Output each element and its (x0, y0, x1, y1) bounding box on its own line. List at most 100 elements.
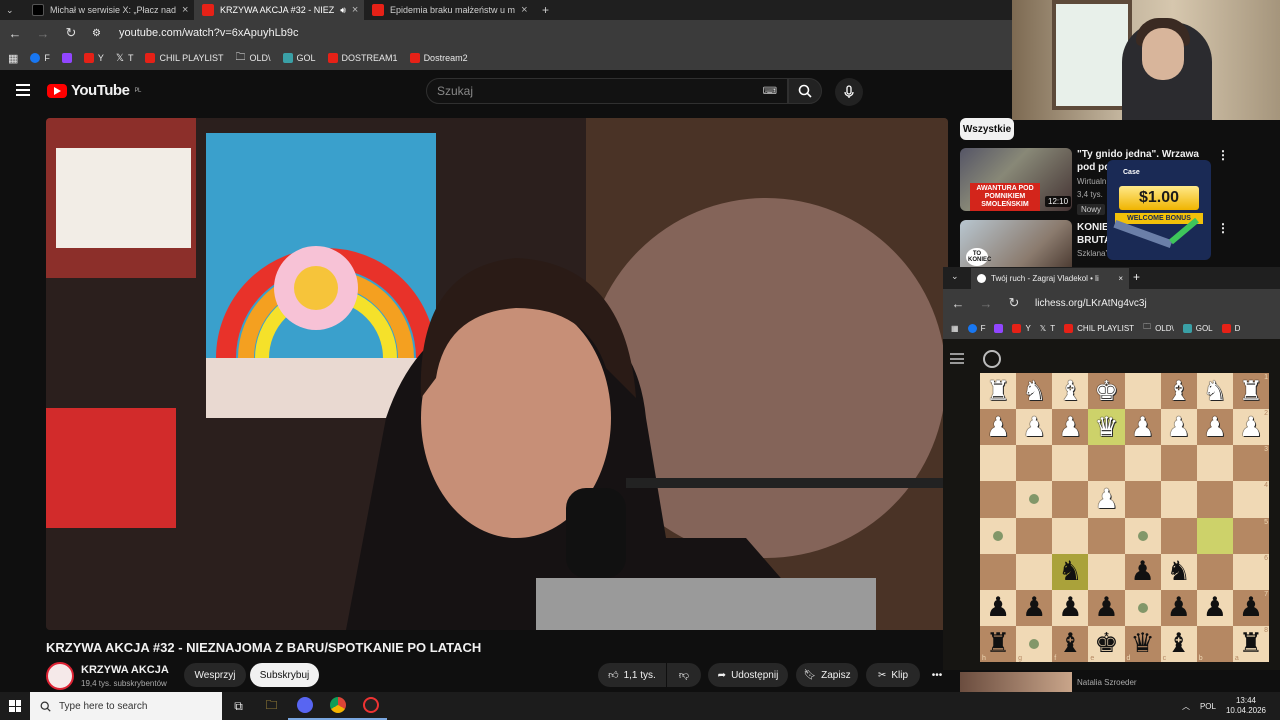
apps-grid-icon[interactable]: ▦ (951, 324, 959, 333)
video-player[interactable] (46, 118, 948, 630)
board-square[interactable] (1052, 517, 1089, 554)
black-pawn-piece[interactable]: ♟ (1203, 594, 1227, 621)
casino-ad-overlay[interactable]: Case $1.00 WELCOME BONUS (1107, 160, 1211, 260)
black-pawn-piece[interactable]: ♟ (1239, 594, 1263, 621)
board-square[interactable]: ♜ 8 a (1232, 625, 1269, 662)
board-square[interactable] (1196, 481, 1233, 518)
board-square[interactable] (1016, 445, 1053, 482)
white-bishop-piece[interactable]: ♝ (1167, 378, 1191, 405)
white-pawn-piece[interactable]: ♟ (1058, 414, 1082, 441)
bookmark-chil-playlist[interactable]: CHIL PLAYLIST (145, 53, 224, 63)
board-square[interactable]: ♟ (1160, 589, 1197, 626)
board-square[interactable]: ♝ c (1160, 625, 1197, 662)
board-square[interactable]: ♜ (980, 373, 1017, 410)
white-pawn-piece[interactable]: ♟ (1094, 486, 1118, 513)
search-button[interactable] (788, 78, 822, 104)
board-square[interactable]: ♟ (1160, 409, 1197, 446)
black-queen-piece[interactable]: ♛ (1130, 630, 1154, 657)
board-square[interactable] (980, 553, 1017, 590)
browser-tab-x[interactable]: Michał w serwisie X: „Płacz nad × (24, 0, 194, 20)
board-square[interactable]: 6 (1232, 553, 1269, 590)
board-square[interactable]: ♟ (1088, 481, 1125, 518)
board-square[interactable]: b (1196, 625, 1233, 662)
bookmark-f[interactable]: F (30, 53, 50, 63)
black-knight-piece[interactable]: ♞ (1167, 558, 1191, 585)
url-field[interactable]: lichess.org/LKrAtNg4vc3j (1035, 298, 1147, 309)
board-square[interactable]: ♟ (1196, 589, 1233, 626)
board-square[interactable] (980, 481, 1017, 518)
board-square[interactable]: ♟ (1016, 589, 1053, 626)
bookmark-f[interactable]: F (967, 323, 985, 333)
black-pawn-piece[interactable]: ♟ (1094, 594, 1118, 621)
board-square[interactable]: ♝ (1160, 373, 1197, 410)
white-bishop-piece[interactable]: ♝ (1058, 378, 1082, 405)
board-square[interactable] (1160, 517, 1197, 554)
hamburger-menu-icon[interactable] (16, 84, 30, 96)
bookmark-t[interactable]: 𝕏T (116, 53, 134, 64)
url-field[interactable]: youtube.com/watch?v=6xApuyhLb9c (119, 27, 298, 39)
lichess-tab[interactable]: Twój ruch - Zagraj Vladekol • li × (971, 268, 1129, 289)
white-king-piece[interactable]: ♚ (1094, 378, 1118, 405)
save-button[interactable]: 🔖︎ Zapisz (796, 663, 858, 687)
recommendation-title[interactable]: KONIEC BRUTA (1077, 221, 1116, 247)
share-button[interactable]: ➦ Udostępnij (708, 663, 788, 687)
white-pawn-piece[interactable]: ♟ (1022, 414, 1046, 441)
board-square[interactable] (1124, 481, 1161, 518)
apps-grid-icon[interactable]: ▦ (8, 52, 18, 65)
board-square[interactable]: ♟ (1052, 589, 1089, 626)
clip-button[interactable]: ✂ Klip (866, 663, 920, 687)
discord-icon[interactable] (288, 692, 321, 720)
forward-arrow-icon[interactable]: → (979, 296, 993, 311)
board-square[interactable] (980, 445, 1017, 482)
lichess-menu-icon[interactable] (950, 353, 964, 364)
bookmark-dostream1[interactable]: DOSTREAM1 (327, 53, 398, 63)
board-square[interactable] (980, 517, 1017, 554)
board-square[interactable] (1088, 553, 1125, 590)
board-square[interactable]: ♚ e (1088, 625, 1125, 662)
board-square[interactable] (1124, 517, 1161, 554)
reload-icon[interactable]: ↻ (1007, 295, 1021, 311)
board-square[interactable]: ♞ (1016, 373, 1053, 410)
board-square[interactable] (1088, 517, 1125, 554)
board-square[interactable] (1196, 517, 1233, 554)
more-vertical-icon[interactable]: ⋮ (1217, 221, 1229, 235)
black-king-piece[interactable]: ♚ (1094, 630, 1118, 657)
bookmark-t[interactable]: 𝕏T (1040, 324, 1055, 333)
board-square[interactable]: ♛ (1088, 409, 1125, 446)
channel-avatar[interactable] (46, 662, 74, 690)
white-pawn-piece[interactable]: ♟ (1130, 414, 1154, 441)
board-square[interactable]: ♟ (1016, 409, 1053, 446)
board-square[interactable]: ♟ (1124, 409, 1161, 446)
white-knight-piece[interactable]: ♞ (1203, 378, 1227, 405)
board-square[interactable] (1124, 445, 1161, 482)
board-square[interactable]: ♞ (1052, 553, 1089, 590)
move-hint-dot[interactable] (1137, 602, 1148, 613)
board-square[interactable] (1196, 553, 1233, 590)
subscribe-button[interactable]: Subskrybuj (250, 663, 319, 687)
white-knight-piece[interactable]: ♞ (1022, 378, 1046, 405)
black-pawn-piece[interactable]: ♟ (1058, 594, 1082, 621)
close-icon[interactable]: × (352, 4, 358, 16)
board-square[interactable] (1016, 517, 1053, 554)
task-view-icon[interactable]: ⧉ (222, 692, 255, 720)
white-pawn-piece[interactable]: ♟ (1239, 414, 1263, 441)
bookmark-d[interactable]: D (1221, 323, 1240, 333)
white-rook-piece[interactable]: ♜ (1239, 378, 1263, 405)
board-square[interactable]: 5 (1232, 517, 1269, 554)
browser-tab-youtube-active[interactable]: KRZYWA AKCJA #32 - NIEZ 🔊︎ × (194, 0, 364, 20)
board-square[interactable]: ♞ (1160, 553, 1197, 590)
move-hint-dot[interactable] (1029, 638, 1040, 649)
bookmark-gol[interactable]: GOL (1182, 323, 1213, 333)
taskbar-search-input[interactable]: Type here to search (30, 692, 222, 720)
board-square[interactable]: ♟ (1052, 409, 1089, 446)
black-bishop-piece[interactable]: ♝ (1058, 630, 1082, 657)
board-square[interactable]: ♛ d (1124, 625, 1161, 662)
bookmark-y[interactable]: Y (1012, 323, 1031, 333)
black-bishop-piece[interactable]: ♝ (1167, 630, 1191, 657)
bookmark-dostream2[interactable]: Dostream2 (409, 53, 468, 63)
clock[interactable]: 13:44 10.04.2026 (1226, 696, 1266, 716)
back-arrow-icon[interactable]: ← (951, 296, 965, 311)
filter-chip-all[interactable]: Wszystkie (960, 118, 1014, 140)
dislike-button[interactable]: 👎︎ (667, 663, 701, 687)
voice-search-button[interactable] (835, 78, 863, 106)
